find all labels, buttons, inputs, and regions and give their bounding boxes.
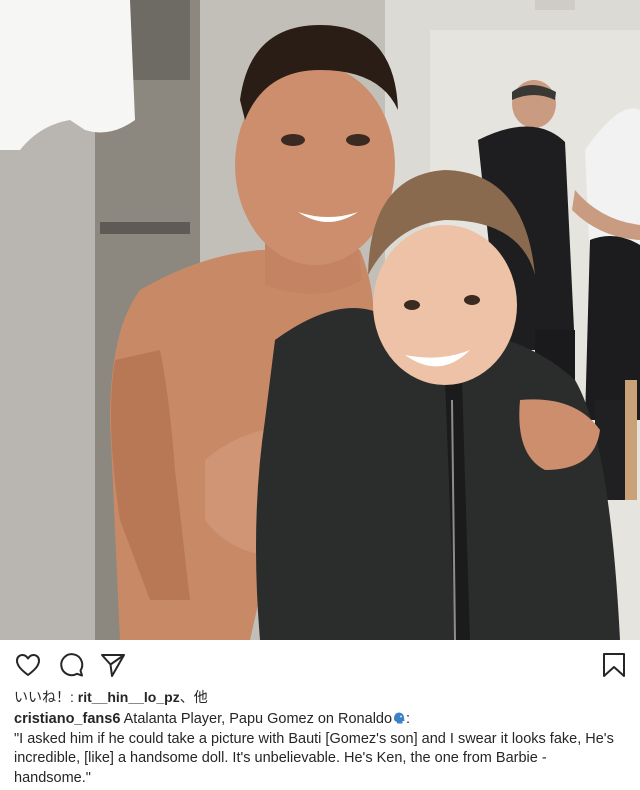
likes-suffix[interactable]: 、他 bbox=[180, 689, 208, 705]
heart-icon[interactable] bbox=[14, 651, 42, 679]
instagram-post: いいね！: rit__hin__lo_pz、他 cristiano_fans6 … bbox=[0, 0, 640, 790]
post-photo[interactable] bbox=[0, 0, 640, 640]
paper-plane-icon[interactable] bbox=[99, 651, 127, 679]
caption-username[interactable]: cristiano_fans6 bbox=[14, 711, 120, 727]
bookmark-icon[interactable] bbox=[600, 651, 628, 679]
speaking-head-icon bbox=[392, 711, 406, 725]
action-bar bbox=[0, 640, 640, 686]
comment-icon[interactable] bbox=[57, 651, 85, 679]
caption-headline: Atalanta Player, Papu Gomez on Ronaldo bbox=[120, 711, 393, 727]
caption-headline-end: : bbox=[406, 711, 411, 727]
likes-summary: いいね！: rit__hin__lo_pz、他 bbox=[14, 688, 208, 706]
caption-quote: "I asked him if he could take a picture … bbox=[14, 730, 614, 786]
likes-prefix: いいね！: bbox=[14, 689, 78, 705]
locker-shelf bbox=[100, 222, 190, 234]
liker-username[interactable]: rit__hin__lo_pz bbox=[78, 689, 180, 705]
post-caption: cristiano_fans6 Atalanta Player, Papu Go… bbox=[14, 710, 626, 788]
